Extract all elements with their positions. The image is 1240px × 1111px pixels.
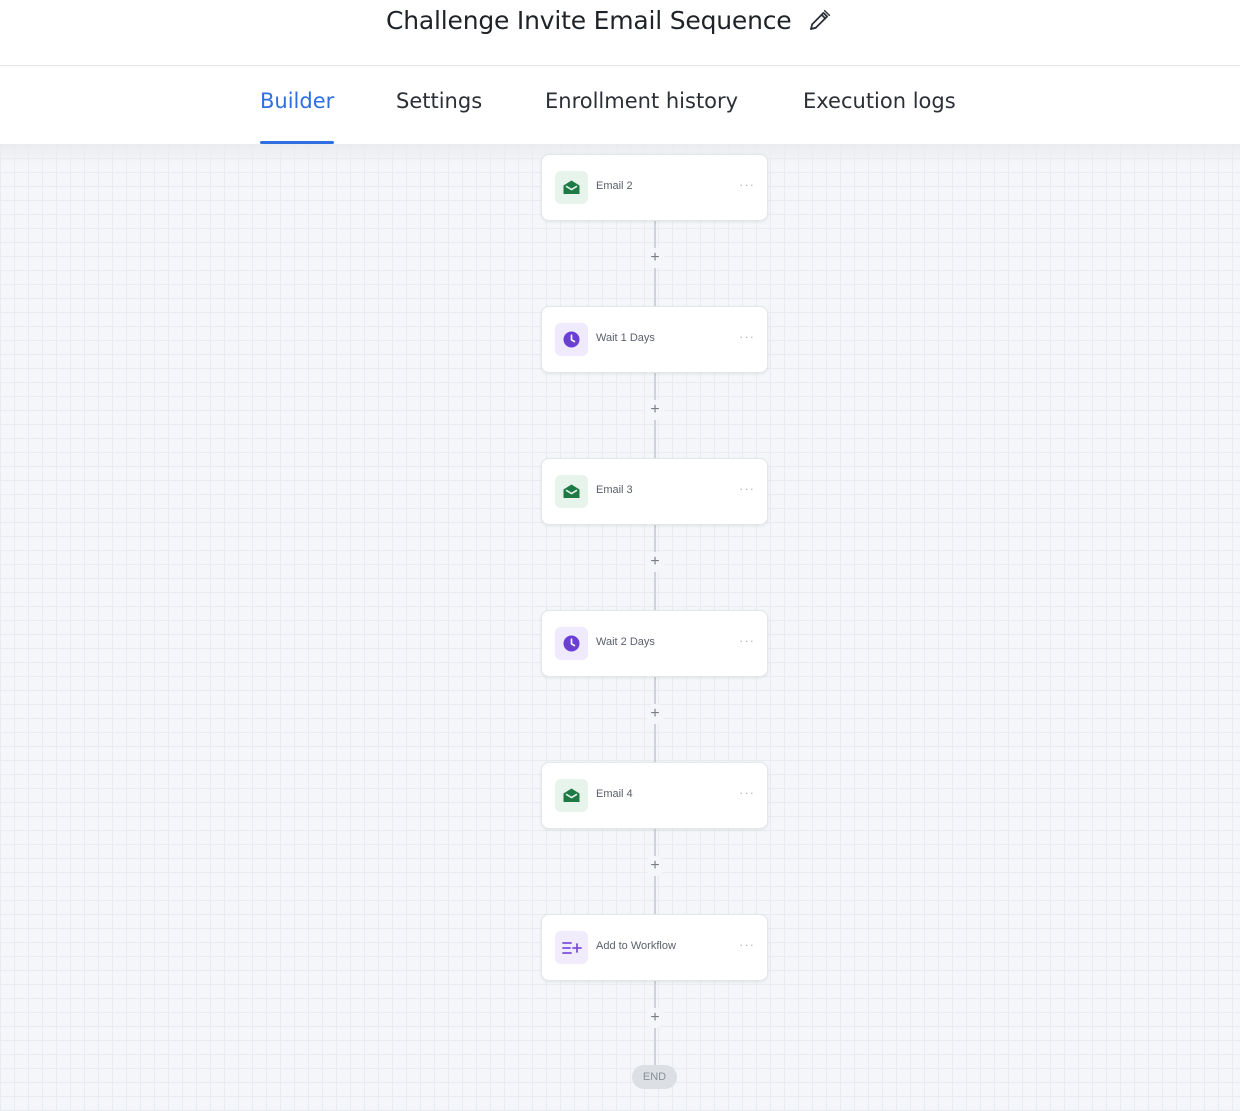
add-to-workflow-icon	[555, 931, 588, 964]
tab-builder[interactable]: Builder	[260, 89, 335, 144]
flow-node-email-4[interactable]: Email 4 ···	[541, 762, 768, 829]
email-icon	[555, 475, 588, 508]
tab-execution-logs[interactable]: Execution logs	[803, 89, 956, 144]
node-menu-button[interactable]: ···	[739, 633, 755, 648]
add-step-button[interactable]: +	[645, 552, 665, 572]
add-step-button[interactable]: +	[645, 856, 665, 876]
node-label: Email 2	[596, 180, 633, 192]
tab-settings[interactable]: Settings	[396, 89, 482, 144]
email-icon	[555, 779, 588, 812]
add-step-button[interactable]: +	[645, 400, 665, 420]
tab-bar: Builder Settings Enrollment history Exec…	[0, 67, 1240, 144]
node-label: Email 4	[596, 788, 633, 800]
clock-icon	[555, 627, 588, 660]
workflow-canvas[interactable]: Email 2 ··· + Wait 1 Days ··· + Email 3 …	[0, 144, 1240, 1111]
email-icon	[555, 171, 588, 204]
flow-node-wait-2-days[interactable]: Wait 2 Days ···	[541, 610, 768, 677]
end-marker: END	[632, 1065, 677, 1089]
flow-node-add-to-workflow[interactable]: Add to Workflow ···	[541, 914, 768, 981]
flow-node-wait-1-days[interactable]: Wait 1 Days ···	[541, 306, 768, 373]
node-menu-button[interactable]: ···	[739, 785, 755, 800]
flow-node-email-2[interactable]: Email 2 ···	[541, 154, 768, 221]
node-menu-button[interactable]: ···	[739, 481, 755, 496]
node-label: Add to Workflow	[596, 940, 676, 952]
tab-label: Builder	[260, 89, 335, 113]
add-step-button[interactable]: +	[645, 1008, 665, 1028]
node-menu-button[interactable]: ···	[739, 177, 755, 192]
node-label: Wait 1 Days	[596, 332, 655, 344]
flow-node-email-3[interactable]: Email 3 ···	[541, 458, 768, 525]
node-menu-button[interactable]: ···	[739, 937, 755, 952]
tab-label: Enrollment history	[545, 89, 739, 113]
tab-label: Settings	[396, 89, 483, 113]
tab-enrollment-history[interactable]: Enrollment history	[545, 89, 738, 144]
node-label: Email 3	[596, 484, 633, 496]
add-step-button[interactable]: +	[645, 704, 665, 724]
edit-title-button[interactable]	[804, 8, 834, 38]
header-bar: Challenge Invite Email Sequence	[0, 0, 1240, 66]
clock-icon	[555, 323, 588, 356]
node-menu-button[interactable]: ···	[739, 329, 755, 344]
page-title: Challenge Invite Email Sequence	[386, 6, 792, 35]
node-label: Wait 2 Days	[596, 636, 655, 648]
tab-label: Execution logs	[803, 89, 956, 113]
pencil-icon	[806, 8, 832, 39]
add-step-button[interactable]: +	[645, 248, 665, 268]
